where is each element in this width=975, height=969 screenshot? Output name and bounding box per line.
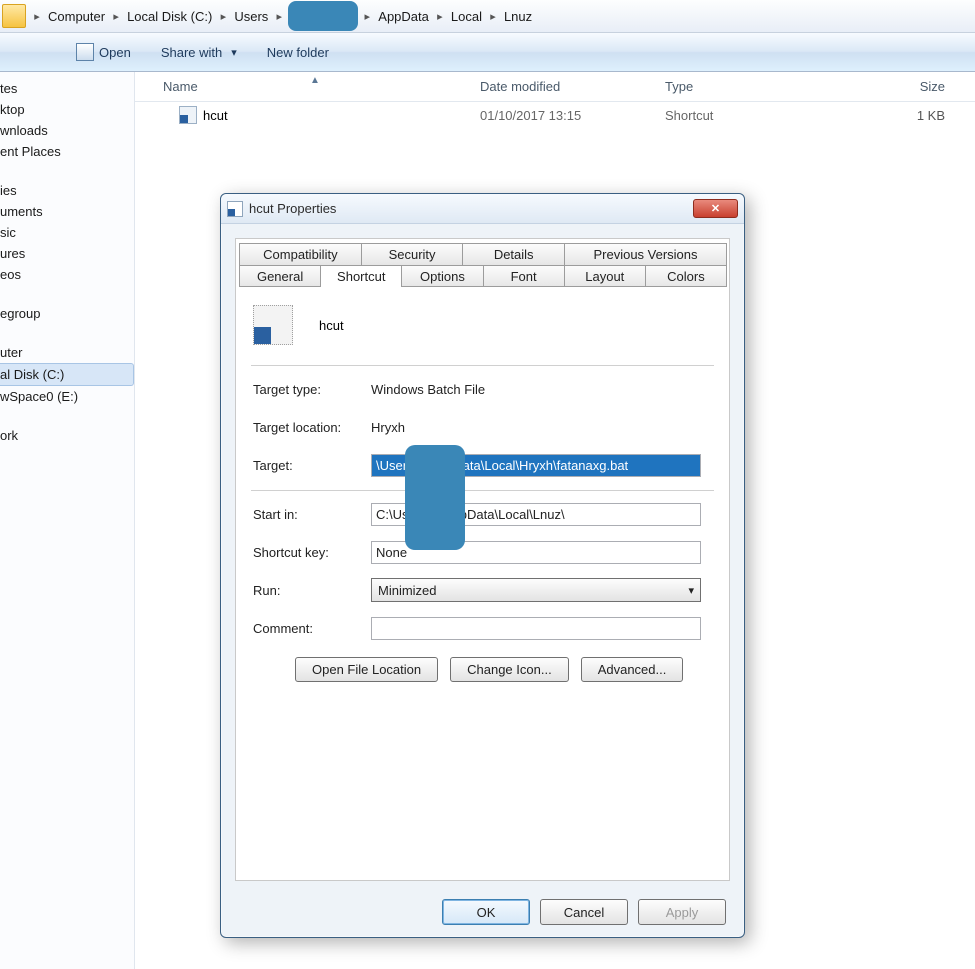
- tab-general[interactable]: General: [239, 265, 321, 287]
- label-comment: Comment:: [253, 621, 371, 636]
- sidebar-item[interactable]: eos: [0, 264, 134, 285]
- label-target-location: Target location:: [253, 420, 371, 435]
- shortcut-name: hcut: [319, 318, 344, 333]
- label-target-type: Target type:: [253, 382, 371, 397]
- share-with-button[interactable]: Share with: [157, 43, 241, 62]
- dialog-footer: OK Cancel Apply: [221, 887, 744, 937]
- breadcrumb-computer[interactable]: Computer: [44, 9, 109, 24]
- advanced-button[interactable]: Advanced...: [581, 657, 684, 682]
- shortcut-icon: [227, 201, 243, 217]
- navigation-pane[interactable]: tes ktop wnloads ent Places ies uments s…: [0, 72, 135, 969]
- breadcrumb-lnuz[interactable]: Lnuz: [500, 9, 536, 24]
- folder-icon: [2, 4, 26, 28]
- run-value: Minimized: [378, 583, 437, 598]
- breadcrumb-appdata[interactable]: AppData: [374, 9, 433, 24]
- sidebar-item[interactable]: egroup: [0, 303, 134, 324]
- chevron-right-icon[interactable]: [216, 6, 230, 26]
- tabs-row-1: Compatibility Security Details Previous …: [236, 239, 729, 265]
- sidebar-item[interactable]: ork: [0, 425, 134, 446]
- tabs-row-2: General Shortcut Options Font Layout Col…: [236, 265, 729, 287]
- properties-dialog: hcut Properties ✕ Compatibility Security…: [220, 193, 745, 938]
- tab-security[interactable]: Security: [361, 243, 464, 265]
- open-icon: [76, 43, 94, 61]
- column-headers[interactable]: Name Date modified Type Size: [135, 72, 975, 102]
- open-file-location-button[interactable]: Open File Location: [295, 657, 438, 682]
- sidebar-item[interactable]: wnloads: [0, 120, 134, 141]
- column-name[interactable]: Name: [135, 79, 480, 94]
- sidebar-item[interactable]: ktop: [0, 99, 134, 120]
- sidebar-item[interactable]: ures: [0, 243, 134, 264]
- value-target-location: Hryxh: [371, 420, 405, 435]
- sidebar-item[interactable]: ies: [0, 180, 134, 201]
- sidebar-item-selected[interactable]: al Disk (C:): [0, 363, 134, 386]
- sidebar-item[interactable]: sic: [0, 222, 134, 243]
- sidebar-item[interactable]: wSpace0 (E:): [0, 386, 134, 407]
- column-type[interactable]: Type: [665, 79, 825, 94]
- tab-compatibility[interactable]: Compatibility: [239, 243, 362, 265]
- sidebar-item[interactable]: uter: [0, 342, 134, 363]
- comment-input[interactable]: [371, 617, 701, 640]
- apply-button: Apply: [638, 899, 726, 925]
- redacted-username: [288, 1, 358, 31]
- open-label: Open: [99, 45, 131, 60]
- close-button[interactable]: ✕: [693, 199, 738, 218]
- chevron-right-icon[interactable]: [109, 6, 123, 26]
- sidebar-item[interactable]: uments: [0, 201, 134, 222]
- chevron-right-icon[interactable]: [433, 6, 447, 26]
- label-target: Target:: [253, 458, 371, 473]
- share-label: Share with: [161, 45, 222, 60]
- file-date: 01/10/2017 13:15: [480, 108, 665, 123]
- tab-details[interactable]: Details: [462, 243, 565, 265]
- file-size: 1 KB: [825, 108, 975, 123]
- tab-layout[interactable]: Layout: [564, 265, 646, 287]
- open-button[interactable]: Open: [72, 41, 135, 63]
- address-bar[interactable]: Computer Local Disk (C:) Users AppData L…: [0, 0, 975, 33]
- tab-options[interactable]: Options: [401, 265, 483, 287]
- chevron-right-icon[interactable]: [30, 6, 44, 26]
- new-folder-button[interactable]: New folder: [263, 43, 333, 62]
- ok-button[interactable]: OK: [442, 899, 530, 925]
- sidebar-item[interactable]: ent Places: [0, 141, 134, 162]
- change-icon-button[interactable]: Change Icon...: [450, 657, 569, 682]
- label-shortcut-key: Shortcut key:: [253, 545, 371, 560]
- label-run: Run:: [253, 583, 371, 598]
- cancel-button[interactable]: Cancel: [540, 899, 628, 925]
- label-start-in: Start in:: [253, 507, 371, 522]
- chevron-right-icon[interactable]: [272, 6, 286, 26]
- chevron-right-icon[interactable]: [486, 6, 500, 26]
- column-size[interactable]: Size: [825, 79, 975, 94]
- chevron-right-icon[interactable]: [360, 6, 374, 26]
- new-folder-label: New folder: [267, 45, 329, 60]
- shortcut-tab-panel: hcut Target type: Windows Batch File Tar…: [239, 286, 726, 690]
- redacted-overlay: [405, 445, 465, 550]
- value-target-type: Windows Batch File: [371, 382, 485, 397]
- run-combobox[interactable]: Minimized: [371, 578, 701, 602]
- command-bar: Open Share with New folder: [0, 33, 975, 72]
- shortcut-large-icon[interactable]: [253, 305, 293, 345]
- file-name: hcut: [203, 108, 228, 123]
- tab-shortcut[interactable]: Shortcut: [320, 265, 402, 287]
- breadcrumb-drive[interactable]: Local Disk (C:): [123, 9, 216, 24]
- shortcut-icon: [179, 106, 197, 124]
- tab-colors[interactable]: Colors: [645, 265, 727, 287]
- column-date[interactable]: Date modified: [480, 79, 665, 94]
- breadcrumb-users[interactable]: Users: [230, 9, 272, 24]
- file-type: Shortcut: [665, 108, 825, 123]
- dialog-title: hcut Properties: [249, 201, 693, 216]
- tab-font[interactable]: Font: [483, 265, 565, 287]
- tab-previous-versions[interactable]: Previous Versions: [564, 243, 727, 265]
- file-row[interactable]: hcut 01/10/2017 13:15 Shortcut 1 KB: [135, 104, 975, 126]
- sidebar-item[interactable]: tes: [0, 78, 134, 99]
- dialog-titlebar[interactable]: hcut Properties ✕: [221, 194, 744, 224]
- breadcrumb-local[interactable]: Local: [447, 9, 486, 24]
